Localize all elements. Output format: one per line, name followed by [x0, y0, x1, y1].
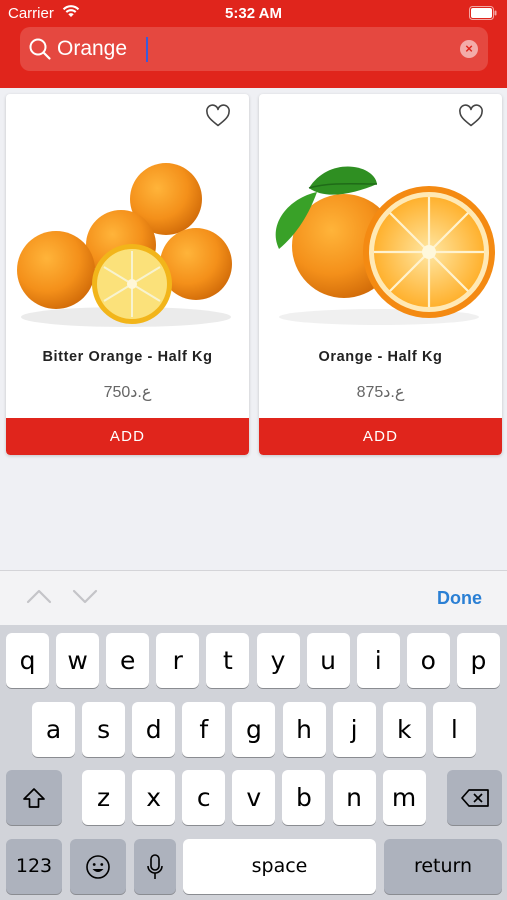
keyboard-accessory-bar: Done — [0, 570, 507, 625]
key-m[interactable]: m — [382, 770, 426, 825]
key-q[interactable]: q — [6, 633, 49, 688]
search-icon — [29, 38, 51, 60]
key-h[interactable]: h — [282, 702, 326, 757]
key-u[interactable]: u — [306, 633, 350, 688]
app-header: Carrier 5:32 AM Orange × — [0, 0, 507, 88]
clear-search-icon[interactable]: × — [460, 40, 478, 58]
key-y[interactable]: y — [256, 633, 300, 688]
space-key[interactable]: space — [183, 839, 376, 894]
key-o[interactable]: o — [406, 633, 450, 688]
return-key[interactable]: return — [384, 839, 502, 894]
done-button[interactable]: Done — [437, 588, 482, 609]
numbers-key[interactable]: 123 — [6, 839, 62, 894]
key-a[interactable]: a — [32, 702, 75, 757]
key-f[interactable]: f — [182, 702, 226, 757]
backspace-icon — [460, 788, 489, 807]
add-to-cart-button[interactable]: ADD — [6, 418, 249, 455]
key-i[interactable]: i — [356, 633, 400, 688]
clock: 5:32 AM — [225, 5, 282, 22]
key-d[interactable]: d — [132, 702, 176, 757]
key-z[interactable]: z — [82, 770, 125, 825]
product-card[interactable]: Orange - Half Kg ع.د875 ADD — [259, 94, 502, 455]
key-n[interactable]: n — [332, 770, 376, 825]
key-l[interactable]: l — [432, 702, 476, 757]
status-bar: Carrier 5:32 AM — [0, 0, 507, 28]
key-s[interactable]: s — [82, 702, 126, 757]
key-x[interactable]: x — [132, 770, 176, 825]
shift-icon — [23, 787, 45, 808]
key-b[interactable]: b — [282, 770, 326, 825]
keyboard: qwertyuiop asdfghjkl zxcvbnm 123 space r… — [0, 625, 507, 900]
key-k[interactable]: k — [382, 702, 426, 757]
key-e[interactable]: e — [106, 633, 150, 688]
key-g[interactable]: g — [232, 702, 276, 757]
product-name: Bitter Orange - Half Kg — [42, 349, 213, 365]
key-w[interactable]: w — [56, 633, 100, 688]
search-input[interactable]: Orange — [57, 36, 127, 62]
key-p[interactable]: p — [456, 633, 500, 688]
product-price: ع.د750 — [103, 384, 152, 401]
bitter-oranges-image — [17, 163, 232, 327]
text-cursor — [146, 37, 148, 62]
product-price: ع.د875 — [356, 384, 405, 401]
emoji-icon — [86, 854, 110, 879]
emoji-key[interactable] — [70, 839, 126, 894]
product-card[interactable]: Bitter Orange - Half Kg ع.د750 ADD — [6, 94, 249, 455]
chevron-up-icon[interactable] — [26, 587, 52, 605]
key-t[interactable]: t — [206, 633, 250, 688]
microphone-icon — [147, 853, 163, 879]
search-bar[interactable]: Orange × — [20, 27, 488, 71]
orange-image — [275, 166, 495, 325]
product-name: Orange - Half Kg — [318, 349, 443, 365]
add-to-cart-button[interactable]: ADD — [259, 418, 502, 455]
key-c[interactable]: c — [182, 770, 226, 825]
shift-key[interactable] — [6, 770, 62, 825]
microphone-key[interactable] — [134, 839, 176, 894]
key-j[interactable]: j — [332, 702, 376, 757]
key-r[interactable]: r — [156, 633, 200, 688]
key-v[interactable]: v — [232, 770, 276, 825]
chevron-down-icon[interactable] — [72, 587, 98, 605]
delete-key[interactable] — [447, 770, 502, 825]
battery-icon — [469, 6, 497, 20]
